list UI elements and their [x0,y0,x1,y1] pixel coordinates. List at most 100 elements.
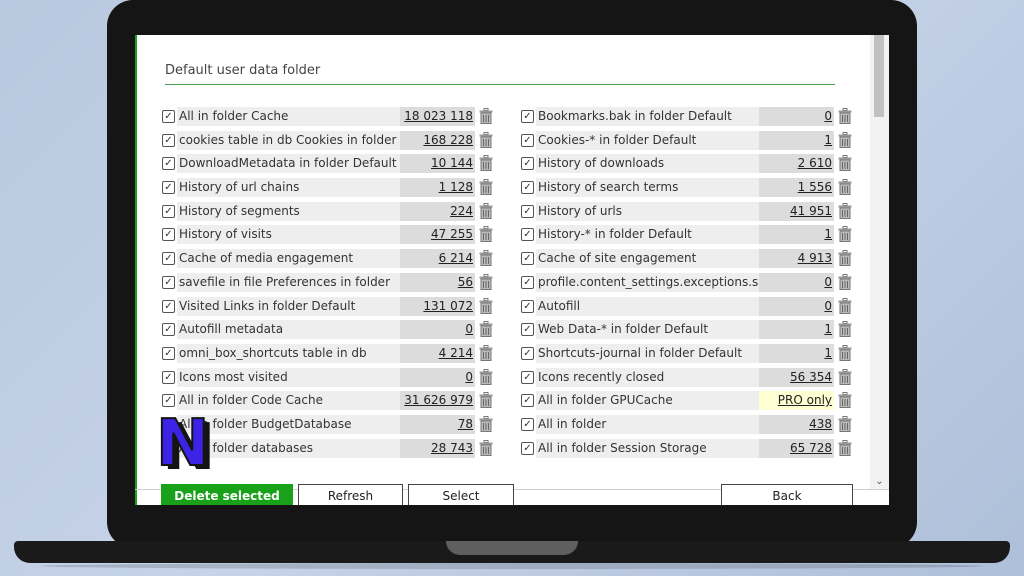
trash-icon[interactable] [479,250,493,267]
item-size-value[interactable]: 47 255 [400,225,475,245]
item-checkbox[interactable]: ✓ [521,370,534,384]
delete-selected-button[interactable]: Delete selected [161,484,293,505]
item-size-value[interactable]: 1 [759,320,834,340]
item-size-value[interactable]: 1 [759,225,834,245]
item-size-value[interactable]: 6 214 [400,249,475,269]
trash-icon[interactable] [479,226,493,243]
trash-icon[interactable] [838,131,852,148]
trash-icon[interactable] [479,131,493,148]
item-size-value[interactable]: 65 728 [759,438,834,458]
item-size-value[interactable]: 18 023 118 [400,107,475,126]
item-size-value[interactable]: 224 [400,201,475,221]
item-size-value[interactable]: 0 [400,320,475,340]
item-checkbox[interactable]: ✓ [521,252,534,266]
trash-icon[interactable] [479,179,493,196]
item-checkbox[interactable]: ✓ [162,346,175,360]
trash-icon[interactable] [838,108,852,124]
item-checkbox[interactable]: ✓ [521,441,534,455]
trash-icon[interactable] [479,202,493,219]
refresh-button[interactable]: Refresh [298,484,403,505]
trash-icon[interactable] [838,415,852,432]
item-checkbox[interactable]: ✓ [162,394,175,408]
item-checkbox[interactable]: ✓ [162,299,175,313]
item-checkbox[interactable]: ✓ [162,370,175,384]
item-size-value[interactable]: 10 144 [400,154,475,174]
trash-icon[interactable] [838,179,852,196]
select-button[interactable]: Select [408,484,514,505]
scrollbar-thumb[interactable] [874,35,884,117]
item-checkbox[interactable]: ✓ [521,275,534,289]
item-size-value[interactable]: 41 951 [759,201,834,221]
trash-icon[interactable] [838,297,852,314]
trash-icon[interactable] [479,155,493,172]
item-size-value[interactable]: 0 [759,272,834,292]
item-size-value[interactable]: 168 228 [400,130,475,150]
trash-icon[interactable] [838,202,852,219]
trash-icon[interactable] [838,226,852,243]
scroll-down-icon[interactable]: ⌄ [872,475,887,489]
item-size-value[interactable]: 2 610 [759,154,834,174]
item-checkbox[interactable]: ✓ [521,299,534,313]
item-size-value[interactable]: 0 [759,107,834,126]
item-size-value[interactable]: PRO only [759,391,834,411]
trash-icon[interactable] [838,439,852,456]
item-size-value[interactable]: 78 [400,414,475,434]
item-size-value[interactable]: 4 913 [759,249,834,269]
item-checkbox[interactable]: ✓ [162,323,175,337]
item-checkbox[interactable]: ✓ [162,252,175,266]
item-checkbox[interactable]: ✓ [162,133,175,147]
section-title: Default user data folder [165,62,835,85]
item-checkbox[interactable]: ✓ [162,157,175,171]
item-size-value[interactable]: 56 354 [759,367,834,387]
item-checkbox[interactable]: ✓ [162,204,175,218]
trash-icon[interactable] [479,273,493,290]
item-size-value[interactable]: 4 214 [400,343,475,363]
app-screen: Default user data folder ✓ All in folder … [135,35,889,505]
item-checkbox[interactable]: ✓ [521,394,534,408]
item-checkbox[interactable]: ✓ [162,275,175,289]
item-checkbox[interactable]: ✓ [162,228,175,242]
trash-icon[interactable] [838,321,852,338]
item-checkbox[interactable]: ✓ [521,228,534,242]
vertical-scrollbar[interactable]: ⌄ [870,35,889,489]
item-checkbox[interactable]: ✓ [521,133,534,147]
item-checkbox[interactable]: ✓ [521,157,534,171]
back-button[interactable]: Back [721,484,853,505]
trash-icon[interactable] [479,439,493,456]
item-checkbox[interactable]: ✓ [521,181,534,195]
trash-icon[interactable] [479,415,493,432]
item-size-value[interactable]: 1 [759,130,834,150]
item-size-value[interactable]: 1 [759,343,834,363]
item-checkbox[interactable]: ✓ [521,346,534,360]
item-checkbox[interactable]: ✓ [162,181,175,195]
trash-icon[interactable] [479,108,493,124]
item-size-value[interactable]: 131 072 [400,296,475,316]
trash-icon[interactable] [479,368,493,385]
item-size-value[interactable]: 1 128 [400,178,475,198]
item-label: All in folder [536,414,760,434]
item-size-value[interactable]: 0 [400,367,475,387]
item-checkbox[interactable]: ✓ [521,110,534,123]
item-size-value[interactable]: 438 [759,414,834,434]
trash-icon[interactable] [838,155,852,172]
item-size-value[interactable]: 1 556 [759,178,834,198]
trash-icon[interactable] [838,273,852,290]
trash-icon[interactable] [838,344,852,361]
trash-icon[interactable] [838,392,852,409]
item-size-value[interactable]: 56 [400,272,475,292]
item-label: Bookmarks.bak in folder Default [536,107,760,126]
trash-icon[interactable] [838,250,852,267]
item-size-value[interactable]: 28 743 [400,438,475,458]
trash-icon[interactable] [479,321,493,338]
trash-icon[interactable] [479,344,493,361]
item-size-value[interactable]: 31 626 979 [400,391,475,411]
item-size-value[interactable]: 0 [759,296,834,316]
trash-icon[interactable] [838,368,852,385]
item-checkbox[interactable]: ✓ [162,110,175,123]
trash-icon[interactable] [479,392,493,409]
item-checkbox[interactable]: ✓ [521,204,534,218]
item-checkbox[interactable]: ✓ [521,417,534,431]
item-label: History of downloads [536,154,760,174]
item-checkbox[interactable]: ✓ [521,323,534,337]
trash-icon[interactable] [479,297,493,314]
